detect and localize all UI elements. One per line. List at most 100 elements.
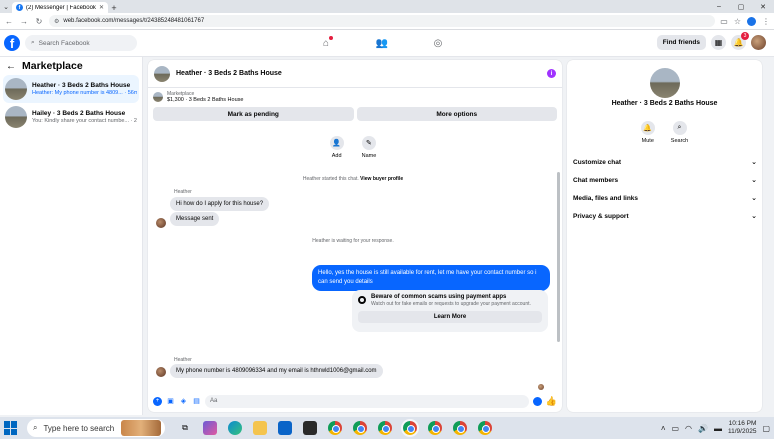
facebook-logo[interactable]: f xyxy=(4,35,20,51)
view-buyer-profile-link[interactable]: View buyer profile xyxy=(360,176,403,182)
facebook-search-placeholder: Search Facebook xyxy=(38,39,90,47)
conversation-item[interactable]: Heather · 3 Beds 2 Baths House Heather: … xyxy=(3,75,139,103)
chrome-icon[interactable] xyxy=(401,419,419,437)
conversation-time: 56m xyxy=(127,90,137,96)
more-options-button[interactable]: More options xyxy=(356,107,557,121)
emoji-icon[interactable] xyxy=(532,396,542,406)
find-friends-button[interactable]: Find friends xyxy=(656,35,706,50)
section-label: Media, files and links xyxy=(573,194,639,202)
media-files-section[interactable]: Media, files and links ⌄ xyxy=(573,189,757,207)
marketplace-listing-row[interactable]: Marketplace $1,300 · 3 Beds 2 Baths Hous… xyxy=(148,88,562,105)
back-button[interactable]: ← xyxy=(4,17,14,26)
mark-as-pending-button[interactable]: Mark as pending xyxy=(153,107,354,121)
tab-search-icon[interactable]: ⌄ xyxy=(0,0,12,13)
forward-button[interactable]: → xyxy=(19,17,29,26)
back-arrow-icon[interactable]: ← xyxy=(6,61,16,72)
home-notification-dot xyxy=(329,36,333,40)
mail-icon[interactable] xyxy=(278,421,292,435)
friends-icon[interactable]: 👥 xyxy=(374,35,390,51)
conversation-item[interactable]: Hailey · 3 Beds 2 Baths House You: Kindl… xyxy=(3,103,139,131)
profile-icon[interactable] xyxy=(747,16,756,26)
home-icon[interactable]: ⌂ xyxy=(318,35,334,51)
reload-button[interactable]: ↻ xyxy=(34,17,44,26)
volume-icon[interactable]: 🔊 xyxy=(698,424,708,433)
account-avatar[interactable] xyxy=(751,35,766,50)
chevron-down-icon: ⌄ xyxy=(751,159,757,166)
search-label: Search xyxy=(670,138,689,144)
chrome-icon[interactable] xyxy=(378,421,392,435)
taskbar-search-field[interactable]: ⌕ Type here to search xyxy=(27,419,165,437)
incoming-message[interactable]: Message sent xyxy=(170,212,220,226)
photo-icon[interactable]: ▣ xyxy=(166,397,175,406)
outgoing-message[interactable]: Hello, yes the house is still available … xyxy=(312,265,550,291)
search-button[interactable]: ⌕ Search xyxy=(671,121,688,144)
scrollbar-thumb[interactable] xyxy=(557,172,560,342)
browser-tab[interactable]: f (2) Messenger | Facebook ✕ xyxy=(12,2,108,13)
thumbs-up-icon[interactable]: 👍 xyxy=(546,396,557,407)
sticker-icon[interactable]: ◈ xyxy=(179,397,188,406)
details-actions: 🔔 Mute ⌕ Search xyxy=(567,121,762,144)
maximize-button[interactable]: ▢ xyxy=(730,0,752,13)
pencil-icon: ✎ xyxy=(361,136,376,150)
chrome-icon[interactable] xyxy=(453,421,467,435)
menu-grid-icon[interactable]: ▦ xyxy=(711,35,726,50)
clock[interactable]: 10:16 PM 11/9/2025 xyxy=(728,420,756,437)
heather-avatar[interactable] xyxy=(156,367,166,377)
new-tab-button[interactable]: + xyxy=(108,2,120,13)
chat-scrollbar[interactable] xyxy=(557,132,561,388)
incoming-message[interactable]: Hi how do I apply for this house? xyxy=(170,197,270,211)
chrome-icon[interactable] xyxy=(328,421,342,435)
facebook-search-field[interactable]: ⌕ Search Facebook xyxy=(25,35,137,51)
chrome-icon[interactable] xyxy=(428,421,442,435)
chat-info-icon[interactable]: i xyxy=(547,69,556,78)
edge-icon[interactable] xyxy=(228,421,242,435)
heather-avatar[interactable] xyxy=(156,218,166,228)
scam-warning-card: Beware of common scams using payment app… xyxy=(352,290,548,332)
gif-icon[interactable]: ▤ xyxy=(192,397,201,406)
cast-icon[interactable]: ▭ xyxy=(720,17,728,26)
network-icon[interactable]: ▭ xyxy=(671,424,679,433)
chat-title[interactable]: Heather · 3 Beds 2 Baths House xyxy=(176,70,541,77)
taskbar-apps: ⧉ xyxy=(178,419,492,437)
chat-thumbnail[interactable] xyxy=(154,65,170,82)
store-icon[interactable] xyxy=(303,421,317,435)
notifications-bell-icon[interactable]: 🔔 3 xyxy=(731,32,749,50)
copilot-icon[interactable] xyxy=(203,421,217,435)
menu-icon[interactable]: ⋮ xyxy=(762,17,770,26)
message-input[interactable]: Aa xyxy=(205,394,529,408)
task-view-icon[interactable]: ⧉ xyxy=(178,421,192,435)
listing-photo[interactable] xyxy=(650,68,680,98)
search-highlight-image xyxy=(121,420,161,436)
tab-close-icon[interactable]: ✕ xyxy=(99,4,104,11)
close-window-button[interactable]: ✕ xyxy=(752,0,774,13)
conversation-snippet: You: Kindly share your contact numbe... xyxy=(32,118,130,124)
customize-chat-section[interactable]: Customize chat ⌄ xyxy=(573,153,757,171)
site-info-icon[interactable]: ⚙ xyxy=(54,18,59,25)
chrome-icon[interactable] xyxy=(353,421,367,435)
chevron-up-icon[interactable]: ˄ xyxy=(661,424,666,433)
privacy-support-section[interactable]: Privacy & support ⌄ xyxy=(573,207,757,225)
groups-icon[interactable]: ◎ xyxy=(430,35,446,51)
conversation-snippet: Heather: My phone number is 4809... xyxy=(32,90,123,96)
file-explorer-icon[interactable] xyxy=(253,421,267,435)
wifi-icon[interactable]: ◠ xyxy=(685,424,692,433)
battery-icon[interactable]: ▬ xyxy=(714,424,722,433)
outgoing-message-line: can send you details xyxy=(318,279,373,285)
url-field[interactable]: ⚙ web.facebook.com/messages/t/2438524848… xyxy=(49,15,716,27)
bookmark-star-icon[interactable]: ☆ xyxy=(734,17,741,26)
scam-warning-subtitle: Watch out for fake emails or requests to… xyxy=(371,301,531,307)
chat-members-section[interactable]: Chat members ⌄ xyxy=(573,171,757,189)
incoming-message[interactable]: My phone number is 4809096334 and my ema… xyxy=(170,364,383,378)
name-action[interactable]: ✎ Name xyxy=(361,136,376,159)
learn-more-button[interactable]: Learn More xyxy=(358,311,542,323)
chrome-icon[interactable] xyxy=(478,421,492,435)
windows-start-icon[interactable] xyxy=(4,421,18,435)
mute-button[interactable]: 🔔 Mute xyxy=(640,121,655,144)
minimize-button[interactable]: – xyxy=(708,0,730,13)
add-action[interactable]: 👤 Add xyxy=(329,136,344,159)
plus-icon[interactable]: + xyxy=(153,396,162,406)
listing-title: $1,300 · 3 Beds 2 Baths House xyxy=(167,96,244,103)
mute-label: Mute xyxy=(641,138,654,144)
chat-quick-actions: 👤 Add ✎ Name xyxy=(148,136,558,159)
notification-icon[interactable]: ▢ xyxy=(762,424,770,433)
